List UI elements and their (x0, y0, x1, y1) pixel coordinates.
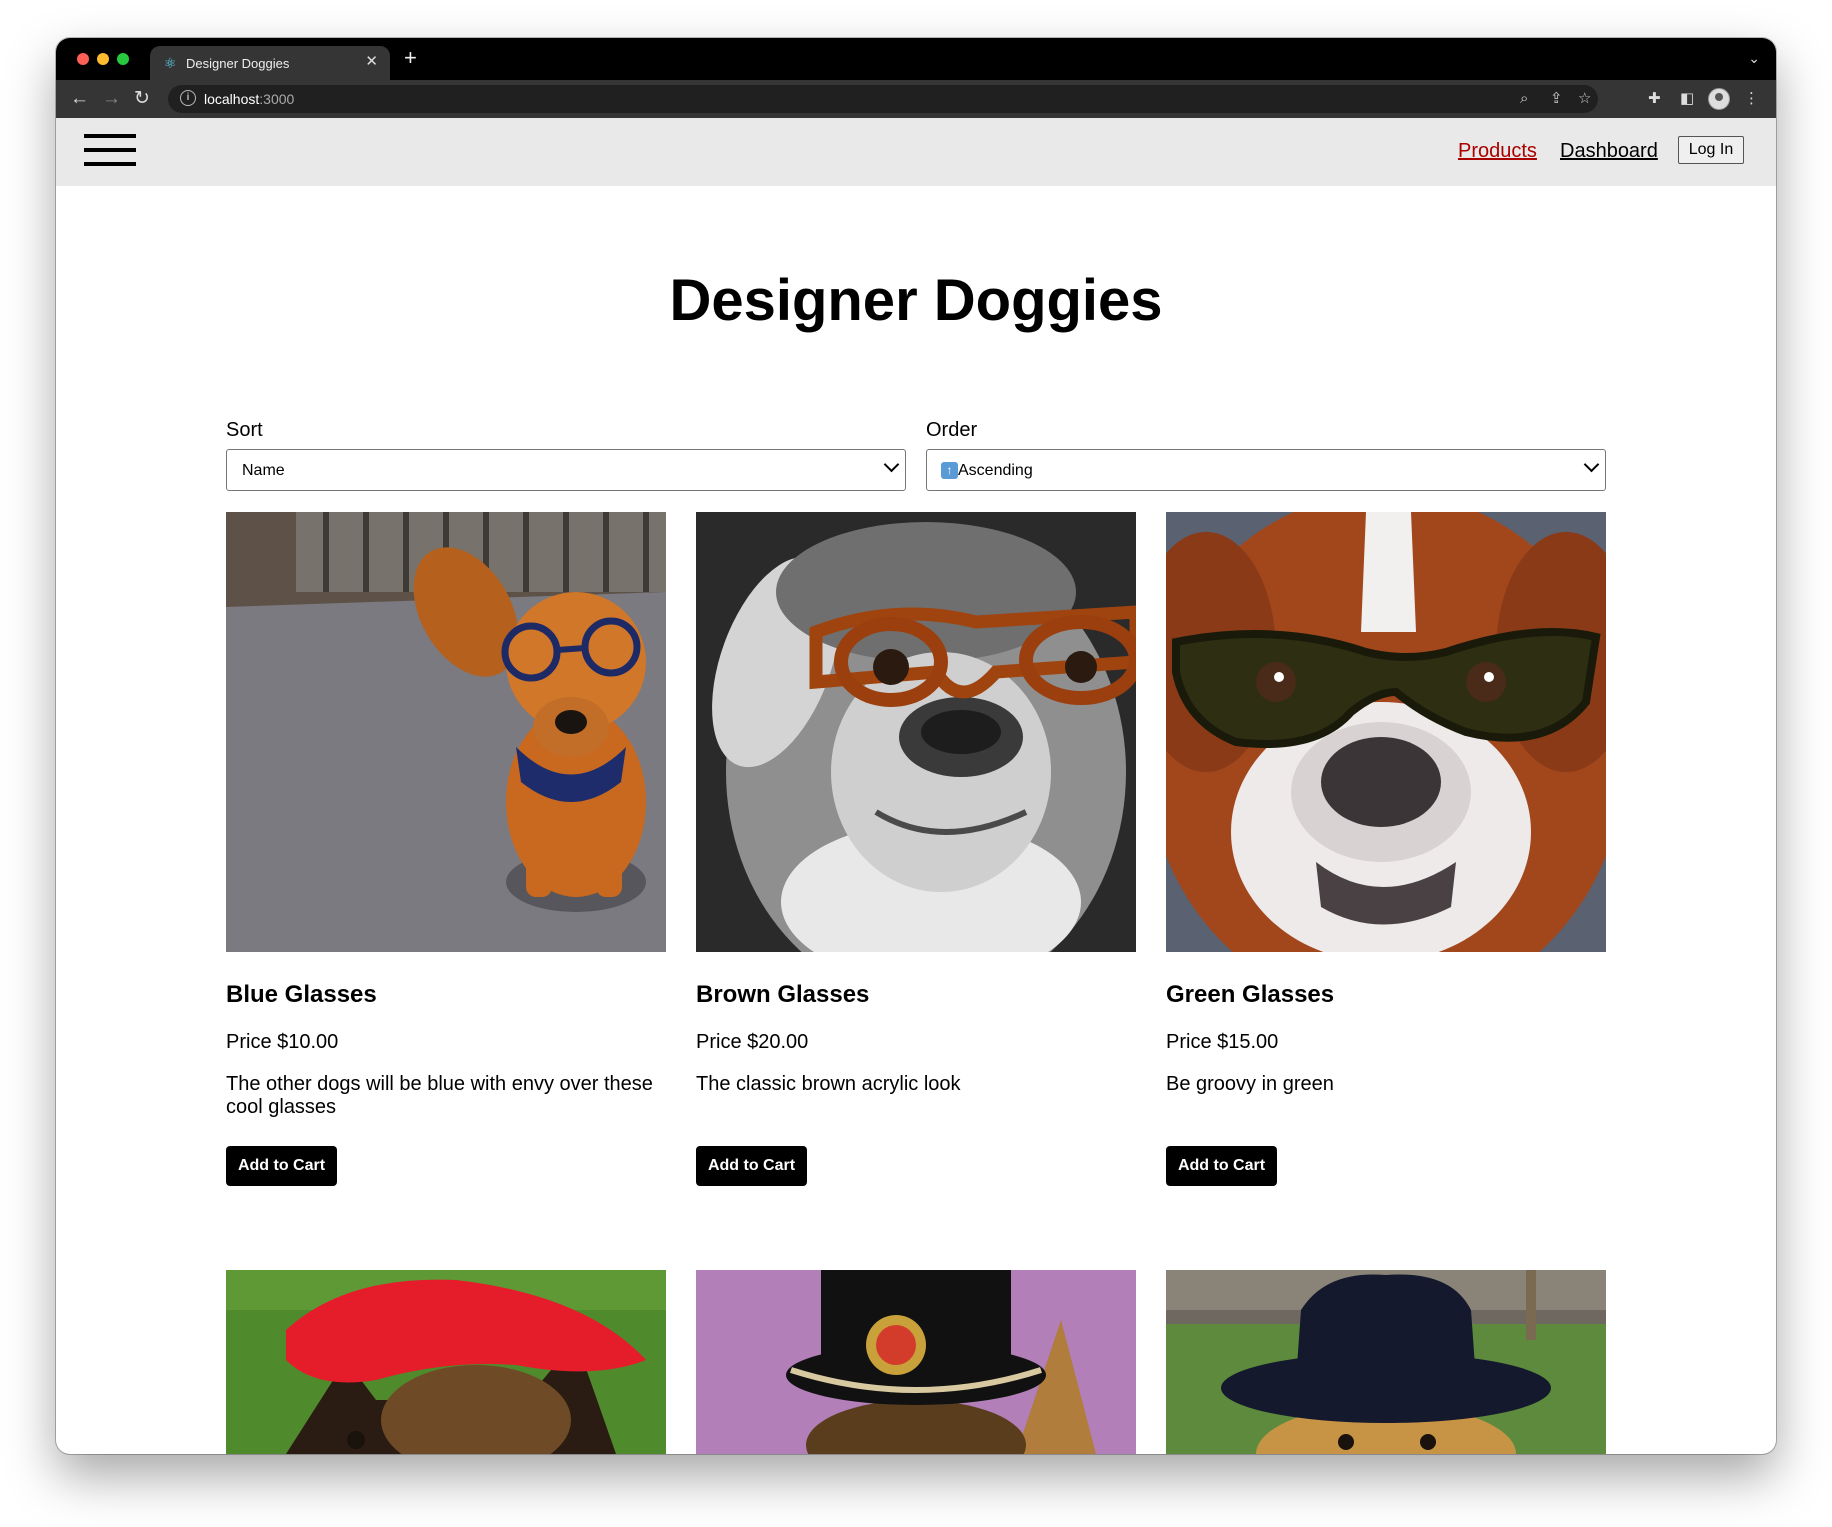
info-icon[interactable]: i (180, 90, 196, 106)
url-port: :3000 (259, 91, 295, 107)
forward-icon[interactable]: → (102, 88, 121, 110)
reload-icon[interactable]: ↻ (134, 88, 150, 110)
tab-strip: ⚛ Designer Doggies ✕ + ⌄ (56, 38, 1776, 80)
react-icon: ⚛ (164, 55, 177, 71)
boxer-photo (1166, 512, 1606, 952)
maximize-window-button[interactable] (117, 53, 129, 65)
product-price: Price $10.00 (226, 1031, 339, 1053)
shepherd-red-hat-photo (226, 1270, 666, 1454)
order-label: Order (926, 419, 978, 441)
page-title: Designer Doggies (669, 268, 1163, 333)
order-select[interactable]: ↑ Ascending (926, 449, 1606, 491)
minimize-window-button[interactable] (97, 53, 109, 65)
nav-dashboard-link[interactable]: Dashboard (1560, 139, 1658, 163)
url-host: localhost (204, 91, 260, 107)
close-window-button[interactable] (77, 53, 89, 65)
product-price: Price $20.00 (696, 1031, 809, 1053)
close-icon[interactable]: ✕ (365, 53, 378, 71)
url-text: localhost:3000 (204, 91, 294, 107)
sort-select-value: Name (242, 462, 285, 479)
nav-products-link[interactable]: Products (1458, 139, 1537, 163)
site-navbar: Products Dashboard Log In (56, 118, 1776, 186)
browser-tab[interactable]: ⚛ Designer Doggies ✕ (150, 46, 390, 80)
shepherd-top-hat-photo (696, 1270, 1136, 1454)
product-name[interactable]: Brown Glasses (696, 980, 869, 1010)
bulldog-bw-photo (696, 512, 1136, 952)
product-description: Be groovy in green (1166, 1073, 1334, 1095)
product-description: The other dogs will be blue with envy ov… (226, 1073, 653, 1118)
product-name[interactable]: Blue Glasses (226, 980, 377, 1010)
add-to-cart-button[interactable]: Add to Cart (226, 1146, 337, 1186)
browser-toolbar: ← → ↻ i localhost:3000 ⌕ ⇪ ☆ ✚ ◧ ⋮ (56, 80, 1776, 119)
back-icon[interactable]: ← (70, 88, 89, 110)
order-select-value: Ascending (958, 462, 1033, 479)
more-icon[interactable]: ⋮ (1744, 89, 1759, 109)
profile-icon[interactable] (1708, 88, 1730, 110)
product-image[interactable] (1166, 1270, 1606, 1454)
sidebar-icon[interactable]: ◧ (1680, 89, 1694, 109)
product-image[interactable] (1166, 512, 1606, 952)
share-icon[interactable]: ⇪ (1550, 89, 1563, 109)
product-image[interactable] (226, 512, 666, 952)
product-price: Price $15.00 (1166, 1031, 1279, 1053)
add-to-cart-button[interactable]: Add to Cart (1166, 1146, 1277, 1186)
chevron-down-icon (883, 456, 900, 473)
browser-window: ⚛ Designer Doggies ✕ + ⌄ ← → ↻ i localho… (56, 38, 1776, 1454)
add-to-cart-button[interactable]: Add to Cart (696, 1146, 807, 1186)
golden-fedora-photo (1166, 1270, 1606, 1454)
chevron-down-icon (1583, 456, 1600, 473)
product-name[interactable]: Green Glasses (1166, 980, 1334, 1010)
up-arrow-icon: ↑ (941, 462, 958, 479)
tab-title: Designer Doggies (186, 56, 290, 71)
address-bar[interactable]: i localhost:3000 ⌕ ⇪ ☆ (168, 85, 1598, 113)
hamburger-icon[interactable] (84, 132, 136, 168)
product-image[interactable] (696, 1270, 1136, 1454)
plus-icon[interactable]: + (404, 45, 417, 71)
product-description: The classic brown acrylic look (696, 1073, 961, 1095)
zoom-icon[interactable]: ⌕ (1520, 89, 1528, 109)
sort-label: Sort (226, 419, 263, 441)
product-image[interactable] (696, 512, 1136, 952)
extensions-icon[interactable]: ✚ (1648, 89, 1661, 109)
product-image[interactable] (226, 1270, 666, 1454)
star-icon[interactable]: ☆ (1578, 89, 1591, 109)
dachshund-photo (226, 512, 666, 952)
sort-select[interactable]: Name (226, 449, 906, 491)
login-button[interactable]: Log In (1678, 136, 1744, 164)
chevron-down-icon[interactable]: ⌄ (1748, 48, 1760, 68)
